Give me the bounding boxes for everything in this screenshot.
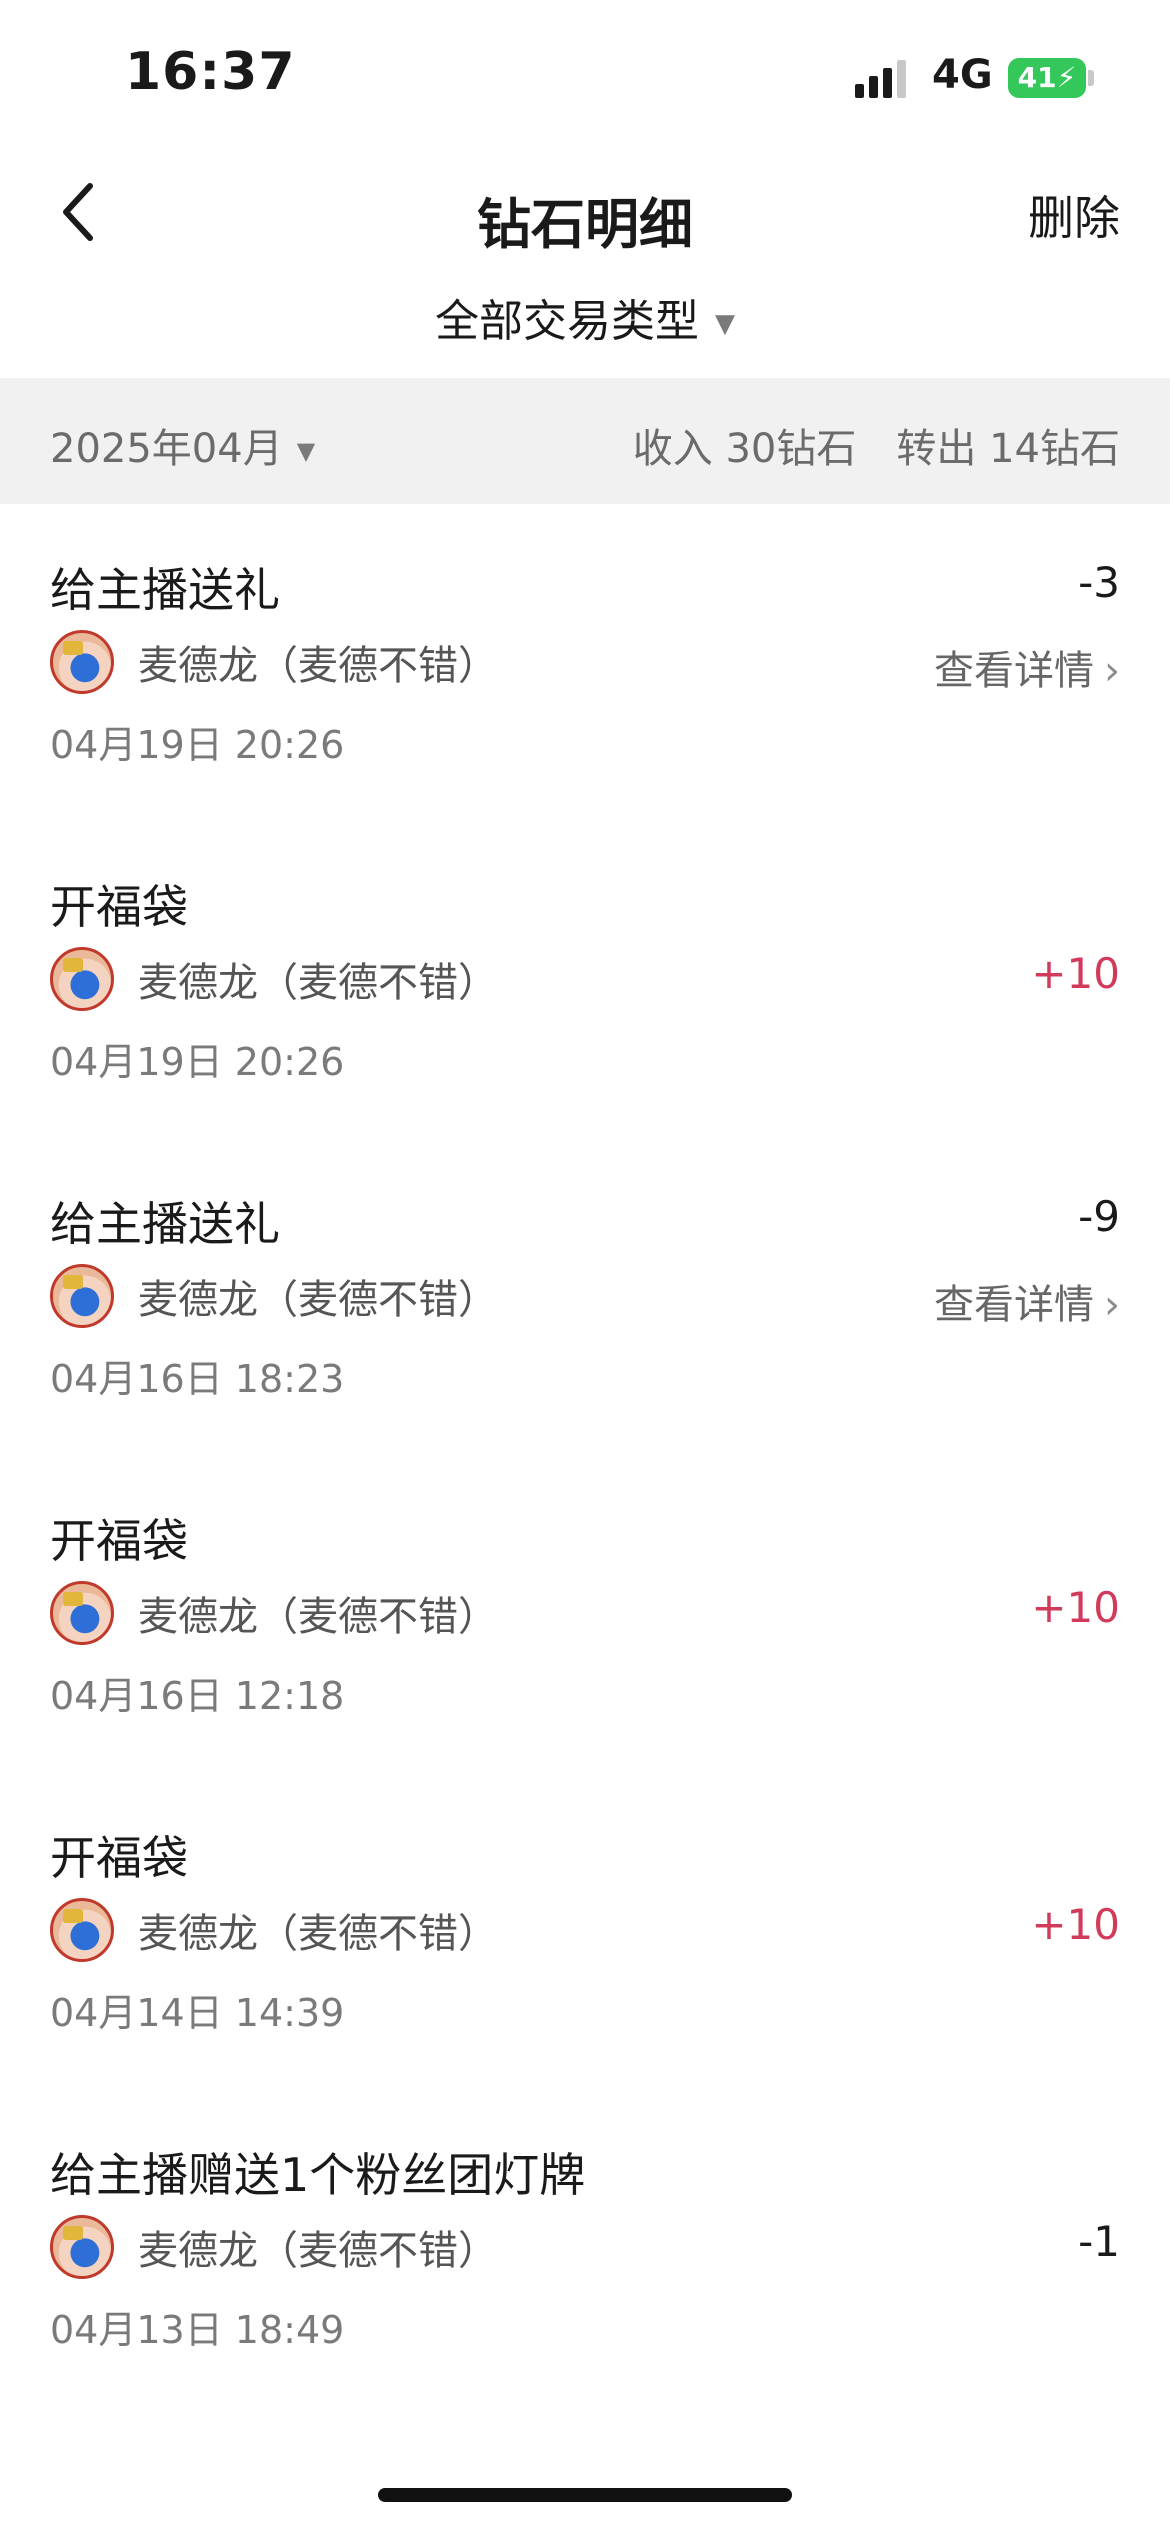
home-indicator[interactable] (378, 2488, 792, 2502)
transaction-title: 开福袋 (50, 880, 188, 934)
outflow-total: 转出 14钻石 (896, 426, 1120, 472)
month-selector[interactable]: 2025年04月 ▼ (50, 416, 315, 474)
battery-icon: 41⚡ (1008, 58, 1086, 98)
view-detail-label: 查看详情 (934, 648, 1094, 694)
chevron-right-icon: › (1104, 648, 1120, 694)
transaction-row: 给主播送礼 -3 麦德龙（麦德不错） 查看详情 › 04月19日 20:26 (0, 504, 1170, 821)
income-total: 收入 30钻石 (632, 426, 857, 472)
transaction-type-label: 全部交易类型 (435, 296, 699, 347)
transaction-row: 开福袋 +10 麦德龙（麦德不错） 04月14日 14:39 (0, 1772, 1170, 2089)
avatar (50, 1898, 114, 1962)
transaction-user: 麦德龙（麦德不错） (50, 2214, 498, 2280)
user-name: 麦德龙（麦德不错） (138, 2228, 498, 2274)
transaction-amount: +10 (1031, 1900, 1120, 1949)
nav-bar: 钻石明细 删除 (0, 150, 1170, 270)
transaction-title: 开福袋 (50, 1831, 188, 1885)
transaction-amount: -1 (1078, 2217, 1120, 2266)
delete-button[interactable]: 删除 (1028, 182, 1120, 248)
transaction-row: 给主播赠送1个粉丝团灯牌 -1 麦德龙（麦德不错） 04月13日 18:49 (0, 2089, 1170, 2406)
transaction-title: 给主播赠送1个粉丝团灯牌 (50, 2148, 586, 2202)
transaction-amount: +10 (1031, 949, 1120, 998)
transaction-list: 给主播送礼 -3 麦德龙（麦德不错） 查看详情 › 04月19日 20:26 开福… (0, 504, 1170, 2406)
transaction-user: 麦德龙（麦德不错） (50, 629, 498, 695)
page-title: 钻石明细 (477, 193, 693, 256)
transaction-user: 麦德龙（麦德不错） (50, 1580, 498, 1646)
transaction-time: 04月19日 20:26 (50, 723, 345, 767)
transaction-user: 麦德龙（麦德不错） (50, 1897, 498, 1963)
view-detail-link[interactable]: 查看详情 › (934, 1272, 1120, 1330)
caret-down-icon: ▼ (715, 309, 735, 339)
transaction-row: 开福袋 +10 麦德龙（麦德不错） 04月16日 12:18 (0, 1455, 1170, 1772)
avatar (50, 1581, 114, 1645)
transaction-title: 开福袋 (50, 1514, 188, 1568)
transaction-row: 给主播送礼 -9 麦德龙（麦德不错） 查看详情 › 04月16日 18:23 (0, 1138, 1170, 1455)
month-label: 2025年04月 (50, 426, 283, 472)
transaction-time: 04月14日 14:39 (50, 1991, 345, 2035)
transaction-title: 给主播送礼 (50, 563, 280, 617)
status-bar: 16:37 4G 41⚡ (0, 0, 1170, 150)
summary-totals: 收入 30钻石 转出 14钻石 (633, 416, 1120, 474)
transaction-title: 给主播送礼 (50, 1197, 280, 1251)
view-detail-link[interactable]: 查看详情 › (934, 638, 1120, 696)
avatar (50, 2215, 114, 2279)
user-name: 麦德龙（麦德不错） (138, 1594, 498, 1640)
user-name: 麦德龙（麦德不错） (138, 1277, 498, 1323)
status-time: 16:37 (125, 42, 296, 102)
transaction-amount: +10 (1031, 1583, 1120, 1632)
transaction-user: 麦德龙（麦德不错） (50, 1263, 498, 1329)
user-name: 麦德龙（麦德不错） (138, 1911, 498, 1957)
avatar (50, 630, 114, 694)
transaction-amount: -3 (1078, 558, 1120, 607)
page: 16:37 4G 41⚡ 钻石明细 删除 全部交易类型 ▼ 2025年04月 ▼ 收… (0, 0, 1170, 2532)
transaction-time: 04月16日 12:18 (50, 1674, 345, 1718)
battery-cap (1088, 70, 1094, 86)
caret-down-icon: ▼ (296, 437, 316, 465)
transaction-user: 麦德龙（麦德不错） (50, 946, 498, 1012)
month-summary: 2025年04月 ▼ 收入 30钻石 转出 14钻石 (0, 378, 1170, 504)
transaction-type-filter[interactable]: 全部交易类型 ▼ (0, 285, 1170, 365)
user-name: 麦德龙（麦德不错） (138, 643, 498, 689)
avatar (50, 947, 114, 1011)
transaction-row: 开福袋 +10 麦德龙（麦德不错） 04月19日 20:26 (0, 821, 1170, 1138)
user-name: 麦德龙（麦德不错） (138, 960, 498, 1006)
view-detail-label: 查看详情 (934, 1282, 1094, 1328)
transaction-time: 04月16日 18:23 (50, 1357, 345, 1401)
transaction-time: 04月13日 18:49 (50, 2308, 345, 2352)
chevron-right-icon: › (1104, 1282, 1120, 1328)
transaction-time: 04月19日 20:26 (50, 1040, 345, 1084)
transaction-amount: -9 (1078, 1192, 1120, 1241)
signal-icon (855, 58, 915, 98)
avatar (50, 1264, 114, 1328)
network-type: 4G (932, 52, 993, 98)
battery-level: 41 (1017, 61, 1057, 94)
